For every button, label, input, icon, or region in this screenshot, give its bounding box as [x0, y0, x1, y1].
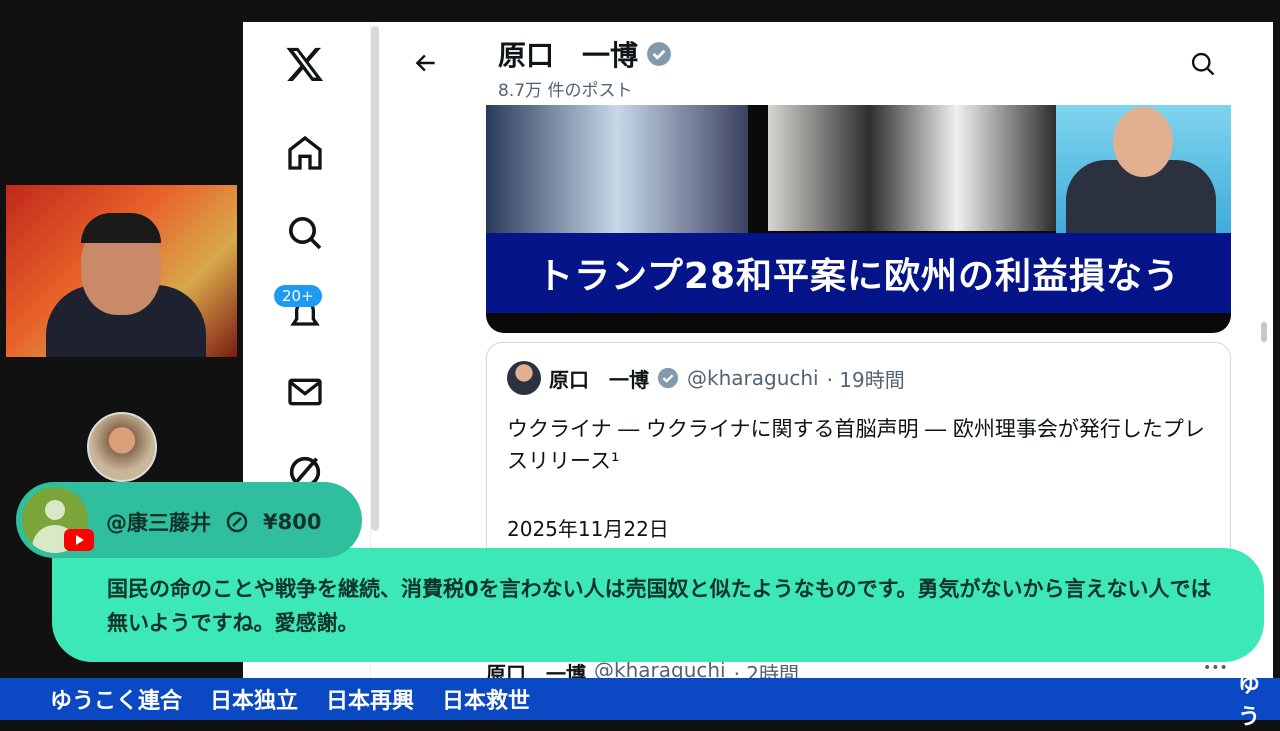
- ticker-item: 日本独立: [210, 689, 299, 714]
- superchat-info: @康三藤井 ¥800: [106, 507, 321, 537]
- author-name[interactable]: 原口 一博: [549, 364, 649, 393]
- photo-center: [768, 105, 1058, 231]
- home-icon[interactable]: [285, 133, 325, 173]
- author-avatar[interactable]: [507, 361, 541, 395]
- x-logo-icon[interactable]: [285, 44, 325, 84]
- streamer-avatar: [87, 412, 157, 482]
- sidebar-scrollbar[interactable]: [371, 26, 379, 531]
- super-chat-icon: [226, 511, 248, 533]
- ticker-item: ゆう: [1238, 673, 1261, 730]
- post-time: · 19時間: [826, 367, 905, 392]
- profile-name: 原口 一博: [498, 34, 672, 74]
- photo-right: [1056, 105, 1231, 250]
- superchat-header: @康三藤井 ¥800: [16, 482, 362, 558]
- photo-left: [486, 105, 748, 245]
- quoted-post[interactable]: 原口 一博 @kharaguchi · 19時間 ウクライナ ― ウクライナに関…: [486, 342, 1231, 572]
- profile-name-text: 原口 一博: [498, 39, 639, 72]
- notification-badge: 20+: [274, 285, 322, 307]
- search-icon[interactable]: [285, 213, 325, 253]
- mail-icon[interactable]: [285, 372, 325, 412]
- superchat-message: 国民の命のことや戦争を継続、消費税0を言わない人は売国奴と似たようなものです。勇…: [107, 577, 1212, 635]
- webcam-feed: [6, 185, 237, 357]
- ticker-item: 日本再興: [326, 689, 415, 714]
- ticker-item: 日本救世: [442, 689, 531, 714]
- page-scrollbar[interactable]: [1261, 322, 1267, 342]
- verified-badge-icon: [647, 42, 671, 66]
- search-icon[interactable]: [1189, 50, 1217, 78]
- superchat-message-box: 国民の命のことや戦争を継続、消費税0を言わない人は売国奴と似たようなものです。勇…: [52, 548, 1264, 662]
- ticker-item: ゆうこく連合: [50, 689, 183, 714]
- author-handle[interactable]: @kharaguchi: [687, 366, 819, 390]
- post-count: 8.7万 件のポスト: [498, 81, 633, 101]
- verified-badge-icon: [657, 367, 679, 389]
- news-ticker: ゆうこく連合 日本独立 日本再興 日本救世 ゆう: [0, 673, 1280, 730]
- youtube-icon: [64, 529, 94, 551]
- quoted-post-text: ウクライナ ― ウクライナに関する首脳声明 ― 欧州理事会が発行したプレスリリー…: [507, 417, 1205, 473]
- quoted-post-date: 2025年11月22日: [507, 517, 669, 541]
- image-caption: トランプ28和平案に欧州の利益損なう: [486, 233, 1231, 313]
- superchat-user: @康三藤井: [106, 511, 211, 535]
- post-image-card[interactable]: トランプ28和平案に欧州の利益損なう: [486, 105, 1231, 333]
- back-arrow-icon[interactable]: [411, 50, 441, 76]
- quoted-post-header: 原口 一博 @kharaguchi · 19時間: [507, 361, 905, 395]
- superchat-amount: ¥800: [263, 510, 322, 534]
- more-options-button[interactable]: •••: [1203, 660, 1228, 676]
